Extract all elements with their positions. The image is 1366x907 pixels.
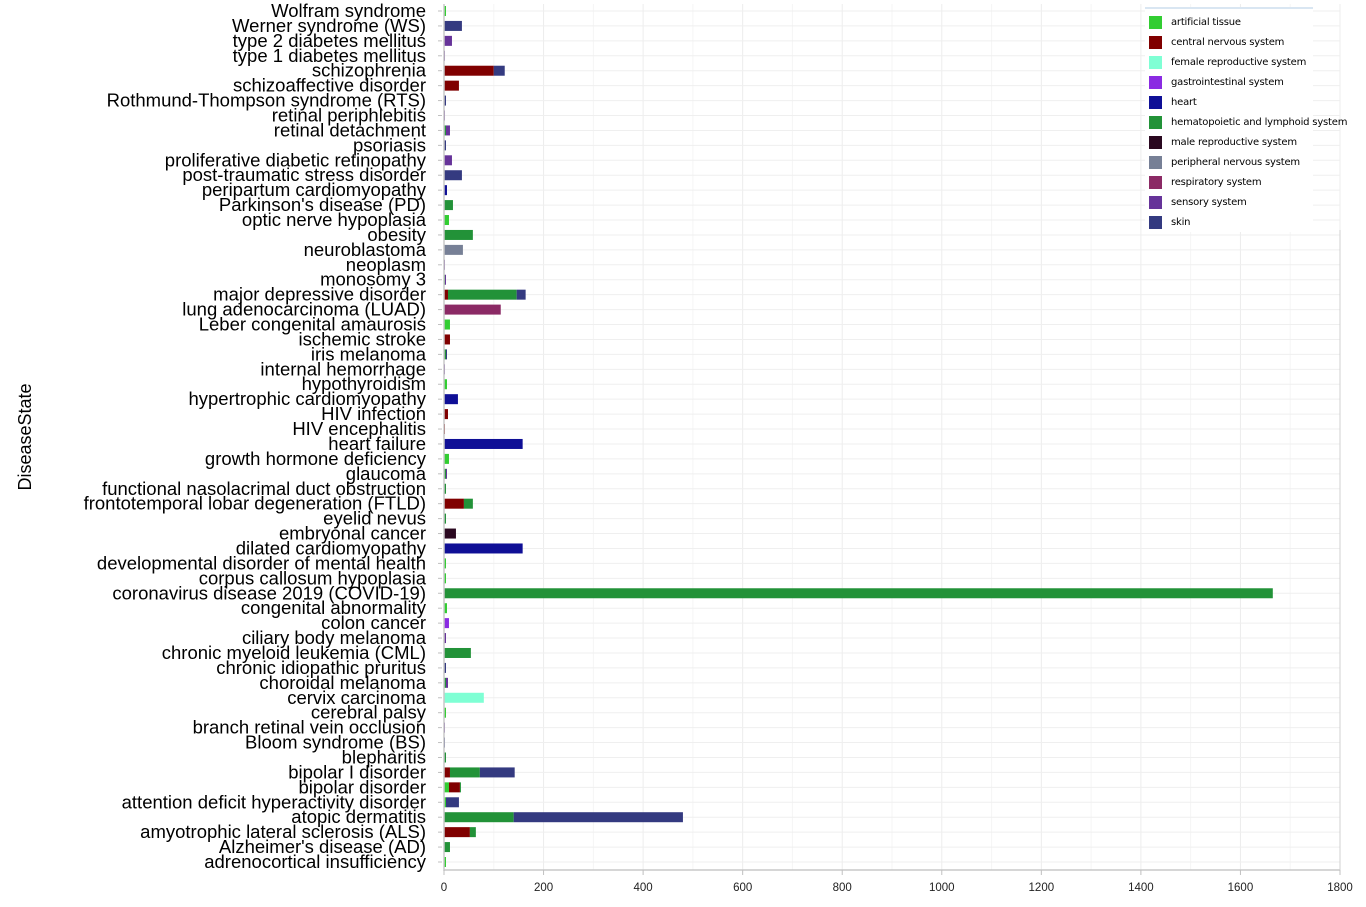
bar-segment — [444, 65, 494, 76]
x-tick-label: 1800 — [1327, 882, 1353, 894]
legend-item[interactable]: skin — [1149, 212, 1191, 232]
bar-segment — [444, 543, 523, 554]
bar-segment — [444, 842, 450, 853]
bar-segment — [444, 588, 1273, 599]
bar-segment — [445, 349, 447, 360]
bar-segment — [459, 782, 461, 793]
legend-swatch — [1149, 55, 1162, 69]
legend-swatch — [1149, 215, 1162, 229]
bar-segment — [445, 468, 447, 479]
bar-segment — [444, 812, 514, 823]
bar-segment — [444, 155, 452, 166]
legend-label: artificial tissue — [1171, 16, 1241, 28]
x-tick-label: 200 — [534, 882, 553, 894]
legend-item[interactable]: artificial tissue — [1149, 12, 1241, 32]
bar-segment — [444, 244, 463, 255]
bar-segment — [444, 498, 464, 509]
legend-swatch — [1149, 135, 1162, 149]
bar-segment — [444, 647, 471, 658]
bar-segment — [469, 827, 476, 838]
x-tick-labels: 0 200 400 600 800 1000 1200 1400 1600 1800 — [441, 882, 1353, 894]
legend: artificial tissue central nervous system f… — [1145, 7, 1347, 232]
legend-item[interactable]: peripheral nervous system — [1149, 152, 1300, 172]
bar-segment — [445, 797, 459, 808]
legend-label: hematopoietic and lymphoid system — [1171, 116, 1348, 128]
x-tick-label: 400 — [634, 882, 653, 894]
bar-segment — [463, 498, 473, 509]
bar-segment — [444, 827, 470, 838]
bar-segment — [445, 677, 448, 688]
legend-label: sensory system — [1171, 196, 1247, 208]
x-tick-label: 1000 — [929, 882, 955, 894]
legend-label: heart — [1171, 96, 1197, 108]
legend-item[interactable]: sensory system — [1149, 192, 1247, 212]
bar-segment — [444, 229, 473, 240]
bar-segment — [444, 334, 450, 345]
legend-label: peripheral nervous system — [1171, 156, 1300, 168]
legend-swatch — [1149, 35, 1162, 49]
legend-label: respiratory system — [1171, 176, 1262, 188]
legend-item[interactable]: heart — [1149, 92, 1197, 112]
legend-swatch — [1149, 15, 1162, 29]
legend-item[interactable]: female reproductive system — [1149, 52, 1306, 72]
x-tick-label: 1600 — [1228, 882, 1254, 894]
x-tick-label: 1200 — [1029, 882, 1055, 894]
category-label: adrenocortical insufficiency — [204, 851, 427, 872]
bar-segment — [444, 767, 450, 778]
legend-item[interactable]: male reproductive system — [1149, 132, 1297, 152]
legend-swatch — [1149, 175, 1162, 189]
legend-label: skin — [1171, 216, 1191, 228]
bar-segment — [444, 20, 462, 31]
x-tick-label: 0 — [441, 882, 447, 894]
bar-segment — [444, 692, 484, 703]
bar-segment — [513, 812, 683, 823]
legend-label: female reproductive system — [1171, 56, 1307, 68]
x-tick-label: 1400 — [1128, 882, 1154, 894]
legend-item[interactable]: gastrointestinal system — [1149, 72, 1284, 92]
legend-swatch — [1149, 75, 1162, 89]
bar-segment — [444, 394, 458, 405]
bar-segment — [493, 65, 505, 76]
bar-segment — [448, 782, 460, 793]
bar-segment — [449, 767, 480, 778]
bar-segment — [444, 170, 462, 181]
bar-segment — [444, 528, 456, 539]
x-tick-label: 600 — [733, 882, 752, 894]
x-tick-label: 800 — [833, 882, 852, 894]
legend-swatch — [1149, 155, 1162, 169]
legend-label: gastrointestinal system — [1171, 76, 1284, 88]
legend-label: male reproductive system — [1171, 136, 1297, 148]
bar-segment — [444, 80, 459, 91]
y-axis-title: DiseaseState — [15, 383, 35, 490]
bar-segment — [447, 289, 517, 300]
bar-segment — [444, 438, 523, 449]
bar-segment — [444, 35, 452, 46]
legend-label: central nervous system — [1171, 36, 1285, 48]
bar-segment — [516, 289, 526, 300]
category-labels: Wolfram syndromeWerner syndrome (WS)type… — [84, 0, 427, 872]
bar-segment — [444, 319, 450, 330]
bar-segment — [479, 767, 515, 778]
bar-segment — [444, 304, 501, 315]
legend-swatch — [1149, 115, 1162, 129]
legend-item[interactable]: central nervous system — [1149, 32, 1284, 52]
legend-item[interactable]: respiratory system — [1149, 172, 1262, 192]
legend-swatch — [1149, 195, 1162, 209]
bar-segment — [444, 200, 453, 211]
bar-segment — [444, 274, 446, 285]
legend-swatch — [1149, 95, 1162, 109]
legend-item[interactable]: hematopoietic and lymphoid system — [1149, 112, 1347, 132]
bar-segment — [445, 125, 450, 136]
